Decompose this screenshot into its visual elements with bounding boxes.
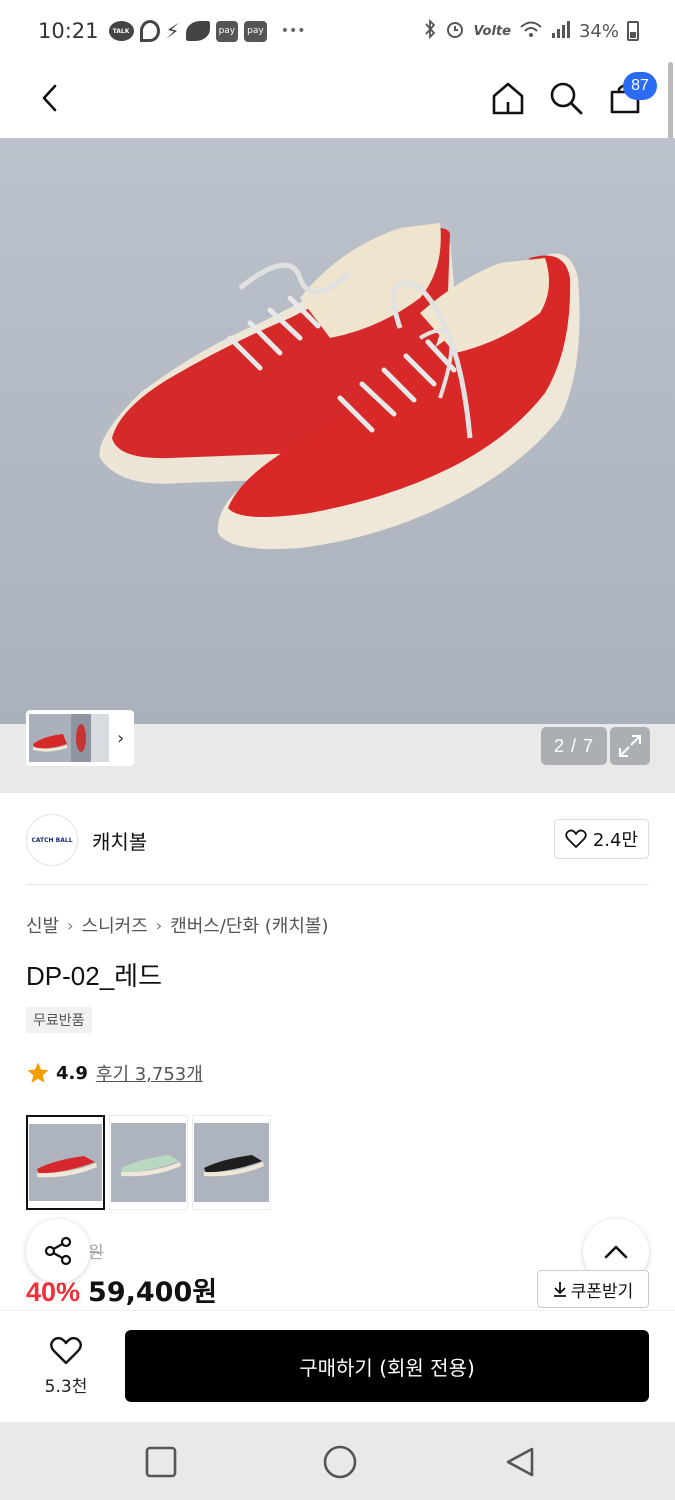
variant-image	[29, 1124, 102, 1201]
gallery-thumbnail[interactable]	[29, 714, 71, 762]
product-image-gallery[interactable]: › 2 / 7	[0, 138, 675, 793]
brand-row[interactable]: CATCH BALL 캐치볼 2.4만	[26, 812, 649, 868]
color-variants	[26, 1115, 271, 1210]
bolt-icon: ⚡	[165, 19, 180, 43]
product-image	[0, 138, 675, 793]
breadcrumb-item[interactable]: 캔버스/단화 (캐치볼)	[170, 912, 328, 938]
breadcrumb-item[interactable]: 신발	[26, 912, 59, 938]
download-icon	[553, 1282, 566, 1297]
gallery-thumbnail-strip[interactable]: ›	[26, 710, 134, 766]
star-icon	[27, 1062, 49, 1083]
back-arrow-icon	[42, 84, 57, 112]
divider	[26, 884, 649, 885]
rating-row: 4.9 후기 3,753개	[26, 1060, 203, 1086]
battery-level: 34%	[578, 20, 619, 42]
search-icon	[550, 82, 583, 115]
home-nav-button[interactable]	[320, 1442, 360, 1482]
volte-icon: Volte	[473, 23, 511, 39]
p-app-icon	[139, 20, 160, 42]
expand-icon	[619, 735, 641, 757]
chevron-right-icon: ›	[67, 915, 74, 935]
back-button[interactable]	[30, 78, 70, 118]
scrollbar[interactable]	[668, 62, 673, 144]
free-return-badge: 무료반품	[26, 1007, 92, 1033]
gallery-thumbnail[interactable]	[91, 714, 109, 762]
leaf-app-icon	[185, 21, 210, 41]
reviews-link[interactable]: 후기 3,753개	[96, 1060, 203, 1086]
home-circle-icon	[323, 1445, 357, 1479]
coupon-label: 쿠폰받기	[570, 1281, 634, 1302]
fullscreen-button[interactable]	[610, 727, 650, 765]
wifi-icon	[519, 19, 543, 44]
cart-button[interactable]: 87	[603, 72, 657, 120]
back-triangle-icon	[506, 1447, 534, 1477]
pay-icon: pay	[244, 20, 267, 42]
more-notifications-icon: •••	[280, 23, 306, 39]
original-price: 원	[88, 1243, 104, 1263]
purchase-bar: 5.3천 구매하기 (회원 전용)	[0, 1310, 675, 1422]
sale-price: 59,400원	[88, 1277, 218, 1308]
alarm-icon	[445, 19, 465, 44]
search-button[interactable]	[544, 76, 588, 120]
breadcrumb-item[interactable]: 스니커즈	[82, 912, 148, 938]
system-status-icons: Volte 34%	[423, 18, 639, 44]
breadcrumb: 신발 › 스니커즈 › 캔버스/단화 (캐치볼)	[26, 912, 329, 938]
chevron-up-icon	[604, 1245, 628, 1259]
variant-image	[194, 1123, 269, 1202]
battery-icon	[627, 21, 639, 41]
status-bar: 10:21 TALK ⚡ pay pay ••• Volte 34%	[0, 0, 675, 62]
share-icon	[44, 1236, 72, 1266]
home-icon	[492, 82, 524, 115]
app-header: 87	[0, 62, 675, 138]
variant-black[interactable]	[192, 1115, 271, 1210]
brand-logo[interactable]: CATCH BALL	[26, 814, 78, 866]
product-title: DP-02_레드	[26, 961, 162, 991]
buy-button[interactable]: 구매하기 (회원 전용)	[125, 1330, 649, 1402]
variant-image	[111, 1123, 186, 1202]
chevron-right-icon: ›	[155, 915, 163, 935]
back-nav-button[interactable]	[500, 1442, 540, 1482]
variant-mint[interactable]	[109, 1115, 188, 1210]
bluetooth-icon	[423, 18, 437, 44]
rating-score: 4.9	[56, 1062, 88, 1084]
image-page-indicator: 2 / 7	[541, 727, 607, 765]
coupon-button[interactable]: 쿠폰받기	[537, 1270, 649, 1308]
heart-icon	[50, 1336, 82, 1364]
chevron-right-icon[interactable]: ›	[117, 728, 124, 749]
brand-like-count: 2.4만	[592, 830, 638, 851]
system-navigation-bar	[0, 1422, 675, 1500]
signal-icon	[551, 19, 571, 44]
kakaotalk-icon: TALK	[108, 21, 134, 41]
wishlist-button[interactable]: 5.3천	[26, 1329, 106, 1403]
brand-like-button[interactable]: 2.4만	[553, 819, 649, 859]
wishlist-count: 5.3천	[44, 1376, 88, 1397]
variant-red[interactable]	[26, 1115, 105, 1210]
brand-name[interactable]: 캐치볼	[92, 826, 147, 855]
pay-icon: pay	[215, 20, 239, 42]
cart-count-badge: 87	[623, 72, 657, 100]
notification-icons: TALK ⚡ pay pay •••	[108, 19, 306, 43]
share-button[interactable]	[26, 1219, 90, 1283]
heart-icon	[565, 829, 587, 848]
gallery-thumbnail[interactable]	[71, 714, 91, 762]
recents-icon	[145, 1446, 177, 1478]
recent-apps-button[interactable]	[141, 1442, 181, 1482]
status-time: 10:21	[38, 19, 99, 43]
home-button[interactable]	[486, 76, 530, 120]
